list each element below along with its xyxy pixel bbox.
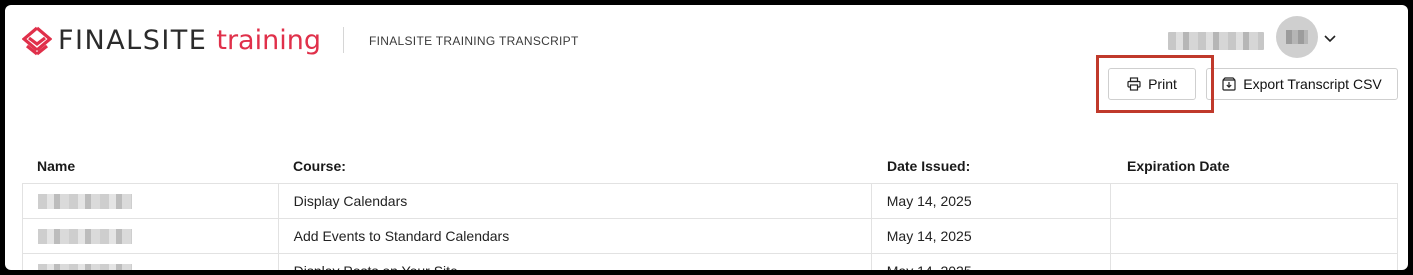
course-cell: Display Calendars (279, 184, 872, 218)
transcript-page: FINALSITE training FINALSITE TRAINING TR… (5, 5, 1408, 270)
course-cell: Display Posts on Your Site (279, 254, 872, 270)
expiration-cell (1111, 219, 1397, 253)
date-issued-cell: May 14, 2025 (872, 219, 1112, 253)
chevron-down-icon[interactable] (1323, 31, 1337, 45)
finalsite-logo-icon (22, 26, 52, 55)
header-divider (343, 27, 344, 53)
printer-icon (1127, 77, 1141, 91)
expiration-cell (1111, 184, 1397, 218)
logo-wordmark: FINALSITE (58, 25, 208, 56)
page-title: FINALSITE TRAINING TRANSCRIPT (369, 34, 579, 48)
column-header-date-issued[interactable]: Date Issued: (872, 158, 1112, 174)
table-header: Name Course: Date Issued: Expiration Dat… (22, 149, 1398, 183)
avatar-image-redacted (1286, 30, 1308, 44)
expiration-cell (1111, 254, 1397, 270)
logo-subtitle: training (216, 25, 321, 56)
name-cell (23, 254, 279, 270)
column-header-name[interactable]: Name (22, 158, 278, 174)
export-button-label: Export Transcript CSV (1243, 76, 1382, 92)
transcript-table: Name Course: Date Issued: Expiration Dat… (22, 149, 1398, 270)
table-row[interactable]: Add Events to Standard Calendars May 14,… (22, 218, 1398, 253)
course-cell: Add Events to Standard Calendars (279, 219, 872, 253)
date-issued-cell: May 14, 2025 (872, 254, 1112, 270)
date-issued-cell: May 14, 2025 (872, 184, 1112, 218)
column-header-course[interactable]: Course: (278, 158, 872, 174)
print-button-label: Print (1148, 76, 1177, 92)
name-redacted (38, 228, 132, 244)
column-header-expiration-date[interactable]: Expiration Date (1112, 158, 1398, 174)
name-redacted (38, 193, 132, 209)
print-button[interactable]: Print (1108, 68, 1196, 100)
finalsite-logo[interactable]: FINALSITE training (22, 25, 321, 56)
export-transcript-csv-button[interactable]: Export Transcript CSV (1206, 68, 1398, 100)
user-name-redacted (1168, 32, 1264, 50)
name-cell (23, 184, 279, 218)
table-row[interactable]: Display Calendars May 14, 2025 (22, 183, 1398, 218)
name-redacted (38, 263, 132, 270)
download-box-icon (1222, 77, 1236, 91)
name-cell (23, 219, 279, 253)
table-row[interactable]: Display Posts on Your Site May 14, 2025 (22, 253, 1398, 270)
avatar[interactable] (1276, 16, 1318, 58)
